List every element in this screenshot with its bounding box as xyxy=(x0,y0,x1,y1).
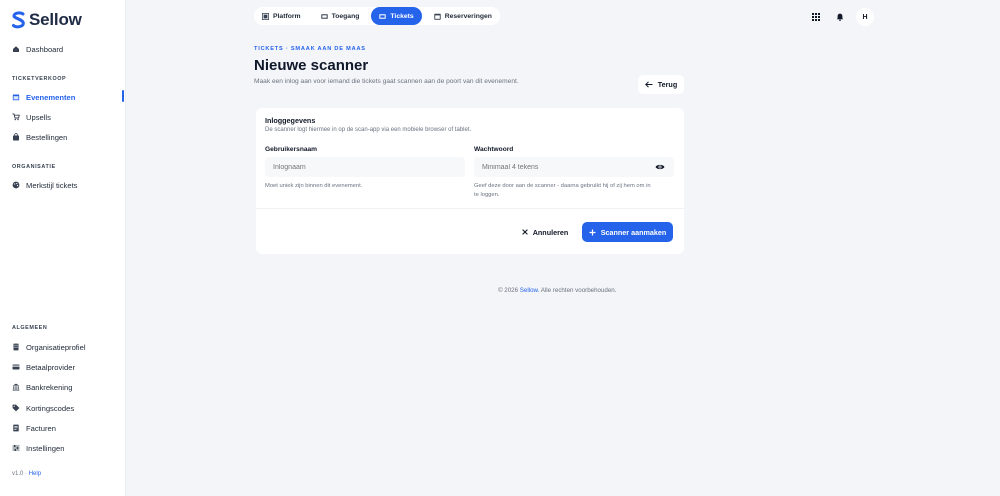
top-icons: H xyxy=(808,8,874,26)
sidebar-item-organisatieprofiel[interactable]: Organisatieprofiel xyxy=(8,338,124,356)
sidebar-item-merkstijl[interactable]: Merkstijl tickets xyxy=(8,176,124,194)
top-nav: Platform Toegang Tickets Reserveringen xyxy=(254,7,500,25)
footer: © 2026 Sellow. Alle rechten voorbehouden… xyxy=(498,287,616,294)
section-label-ticketverkoop: TICKETVERKOOP xyxy=(12,76,67,82)
version-label: v1.0 · xyxy=(12,471,28,477)
tab-toegang[interactable]: Toegang xyxy=(312,7,368,25)
notifications-button[interactable] xyxy=(832,9,848,25)
cancel-button[interactable]: Annuleren xyxy=(516,222,574,242)
password-help: Geef deze door aan de scanner - daarna g… xyxy=(474,182,679,200)
sidebar-item-label: Merkstijl tickets xyxy=(26,180,78,190)
sidebar-item-betaalprovider[interactable]: Betaalprovider xyxy=(8,358,124,376)
sidebar-item-label: Organisatieprofiel xyxy=(26,342,86,352)
sidebar-item-label: Bankrekening xyxy=(26,382,73,392)
section-description: De scanner logt hiermee in op de scan-ap… xyxy=(265,127,472,133)
bag-icon xyxy=(12,133,20,141)
password-label: Wachtwoord xyxy=(474,146,514,153)
tab-label: Platform xyxy=(273,12,301,20)
sidebar-item-label: Instellingen xyxy=(26,443,65,453)
sidebar-item-label: Evenementen xyxy=(26,92,76,102)
footer-copyright: © 2026 xyxy=(498,287,519,294)
divider xyxy=(256,208,684,209)
sidebar-item-kortingscodes[interactable]: Kortingscodes xyxy=(8,399,124,417)
password-help-line-2: te loggen. xyxy=(474,192,500,198)
page-title: Nieuwe scanner xyxy=(254,57,369,74)
grid-icon xyxy=(262,12,269,20)
ticket-icon xyxy=(379,13,387,20)
sidebar-item-label: Bestellingen xyxy=(26,132,68,142)
footer-brand-link[interactable]: Sellow. xyxy=(520,287,540,294)
scanner-form-card: Inloggegevens De scanner logt hiermee in… xyxy=(256,108,684,254)
sidebar-item-bankrekening[interactable]: Bankrekening xyxy=(8,378,124,396)
bell-icon xyxy=(836,13,844,21)
sliders-icon xyxy=(12,444,20,452)
sidebar-item-upsells[interactable]: Upsells xyxy=(8,108,124,126)
close-icon xyxy=(521,229,528,235)
tag-icon xyxy=(12,404,20,412)
sidebar-item-label: Kortingscodes xyxy=(26,403,75,413)
sidebar-item-instellingen[interactable]: Instellingen xyxy=(8,439,124,457)
invoice-icon xyxy=(12,424,20,432)
avatar[interactable]: H xyxy=(856,8,874,26)
sidebar: Sellow Dashboard TICKETVERKOOP Evenement… xyxy=(0,0,126,496)
arrow-left-icon xyxy=(644,81,653,88)
back-button-label: Terug xyxy=(657,80,678,89)
section-label-organisatie: ORGANISATIE xyxy=(12,164,56,170)
sidebar-item-label: Betaalprovider xyxy=(26,362,75,372)
palette-icon xyxy=(12,181,20,189)
building-icon xyxy=(12,343,20,351)
cancel-button-label: Annuleren xyxy=(532,227,569,237)
tab-platform[interactable]: Platform xyxy=(254,7,309,25)
tab-tickets[interactable]: Tickets xyxy=(371,7,422,25)
tab-reserveringen[interactable]: Reserveringen xyxy=(425,7,500,25)
apps-grid-icon xyxy=(812,13,820,21)
username-label: Gebruikersnaam xyxy=(265,146,318,153)
page-subtitle: Maak een inlog aan voor iemand die ticke… xyxy=(254,78,519,85)
section-label-algemeen: ALGEMEEN xyxy=(12,325,48,331)
username-help: Moet uniek zijn binnen dit evenement. xyxy=(265,183,363,189)
logo[interactable]: Sellow xyxy=(11,10,82,30)
sidebar-item-dashboard[interactable]: Dashboard xyxy=(8,40,124,58)
password-field[interactable] xyxy=(474,157,674,177)
home-icon xyxy=(12,45,20,53)
tab-label: Reserveringen xyxy=(444,12,492,20)
back-button[interactable]: Terug xyxy=(638,75,684,94)
apps-grid-button[interactable] xyxy=(808,9,824,25)
tab-label: Toegang xyxy=(331,12,360,20)
eye-icon[interactable] xyxy=(655,163,665,171)
username-field[interactable] xyxy=(265,157,465,177)
calendar-icon xyxy=(434,13,441,20)
sidebar-item-evenementen[interactable]: Evenementen xyxy=(8,88,124,106)
logo-text: Sellow xyxy=(29,10,82,29)
sidebar-item-facturen[interactable]: Facturen xyxy=(8,419,124,437)
card-icon xyxy=(12,363,20,371)
section-title: Inloggegevens xyxy=(265,116,316,125)
sidebar-item-label: Upsells xyxy=(26,112,51,122)
create-scanner-button[interactable]: Scanner aanmaken xyxy=(582,222,673,242)
cart-icon xyxy=(12,113,20,121)
tab-label: Tickets xyxy=(390,12,414,20)
help-link[interactable]: Help xyxy=(29,471,41,477)
create-scanner-label: Scanner aanmaken xyxy=(600,227,667,237)
ticket-icon xyxy=(320,13,328,20)
calendar-icon xyxy=(12,93,20,101)
logo-mark-icon xyxy=(12,11,25,29)
sidebar-item-label: Dashboard xyxy=(26,44,64,54)
footer-rights: Alle rechten voorbehouden. xyxy=(540,287,617,294)
plus-icon xyxy=(589,229,596,235)
version-info: v1.0 · Help xyxy=(12,471,41,477)
bank-icon xyxy=(12,383,20,391)
sidebar-item-label: Facturen xyxy=(26,423,56,433)
sidebar-item-bestellingen[interactable]: Bestellingen xyxy=(8,128,124,146)
breadcrumb: TICKETS · SMAAK AAN DE MAAS xyxy=(254,46,366,52)
password-help-line-1: Geef deze door aan de scanner - daarna g… xyxy=(474,183,651,189)
